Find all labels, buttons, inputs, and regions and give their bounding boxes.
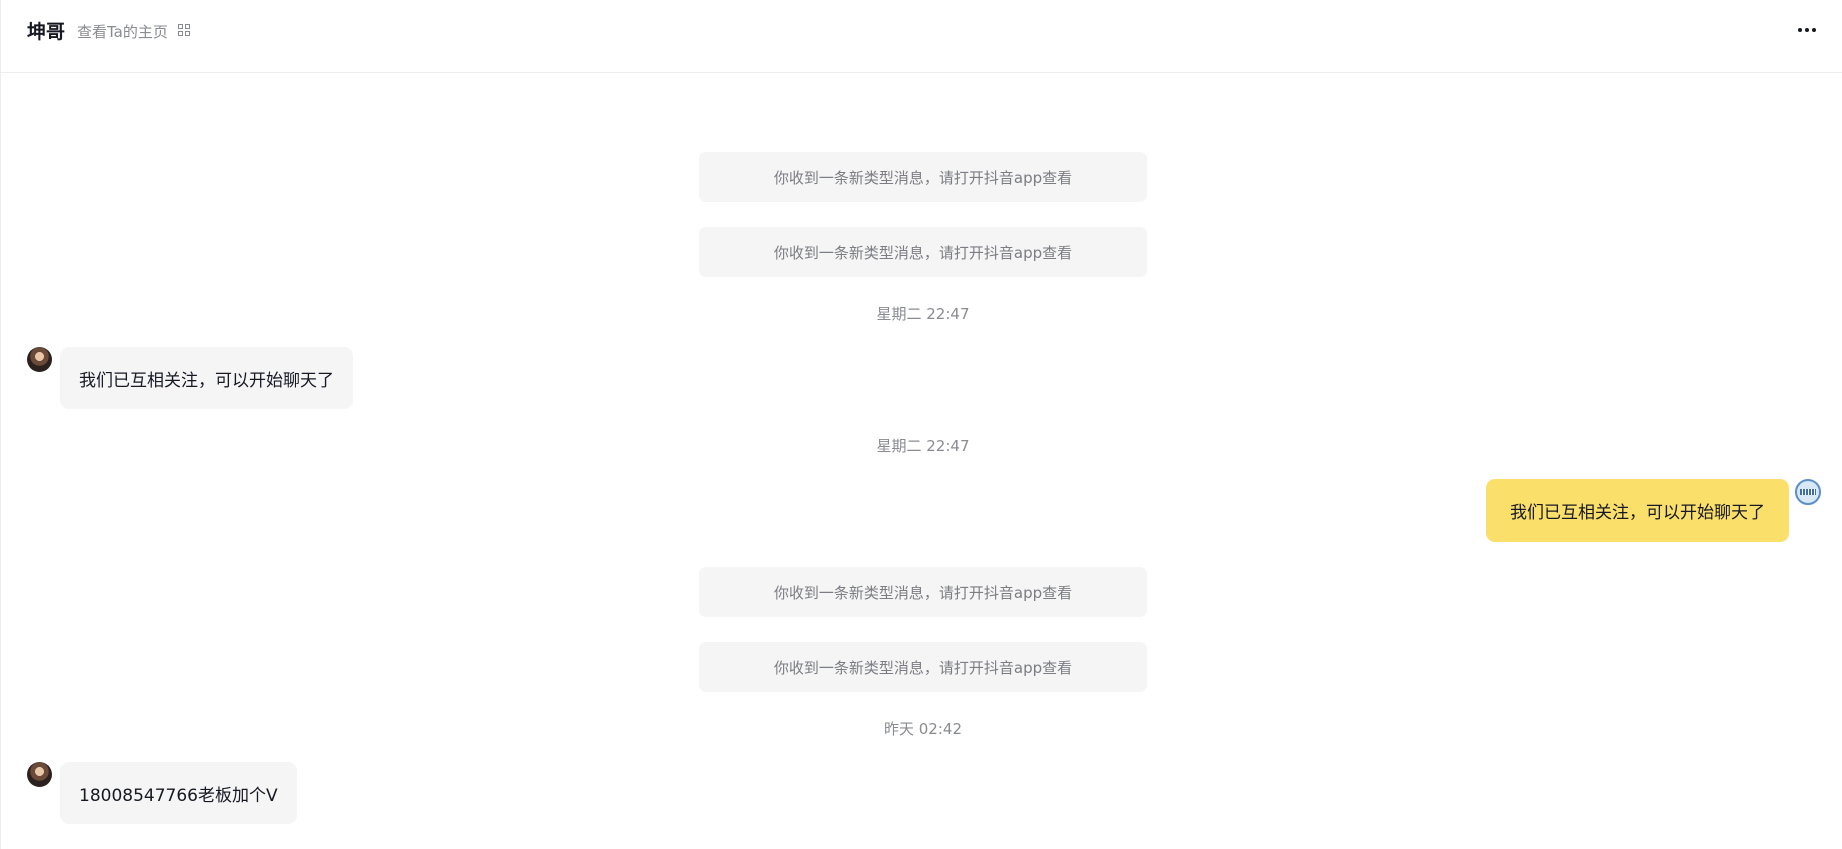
- contact-name: 坤哥: [27, 21, 66, 43]
- system-message: 你收到一条新类型消息，请打开抖音app查看: [699, 227, 1147, 277]
- contact-avatar[interactable]: [27, 347, 52, 372]
- qr-code-icon[interactable]: [178, 24, 191, 37]
- incoming-message[interactable]: 18008547766老板加个V: [60, 762, 297, 824]
- timestamp: 星期二 22:47: [876, 305, 970, 323]
- timestamp: 星期二 22:47: [876, 437, 970, 455]
- user-avatar[interactable]: [1795, 479, 1821, 505]
- timestamp: 昨天 02:42: [884, 720, 962, 738]
- chat-window: 坤哥 查看Ta的主页 你收到一条新类型消息，请打开抖音app查看 你收到一条新类…: [0, 0, 1842, 849]
- more-options-icon[interactable]: [1797, 22, 1817, 38]
- view-profile-link[interactable]: 查看Ta的主页: [77, 21, 168, 42]
- outgoing-message[interactable]: 我们已互相关注，可以开始聊天了: [1486, 479, 1789, 542]
- system-message: 你收到一条新类型消息，请打开抖音app查看: [699, 642, 1147, 692]
- system-message: 你收到一条新类型消息，请打开抖音app查看: [699, 567, 1147, 617]
- contact-avatar[interactable]: [27, 762, 52, 787]
- incoming-message[interactable]: 我们已互相关注，可以开始聊天了: [60, 347, 353, 409]
- system-message: 你收到一条新类型消息，请打开抖音app查看: [699, 152, 1147, 202]
- chat-header: 坤哥 查看Ta的主页: [1, 0, 1842, 73]
